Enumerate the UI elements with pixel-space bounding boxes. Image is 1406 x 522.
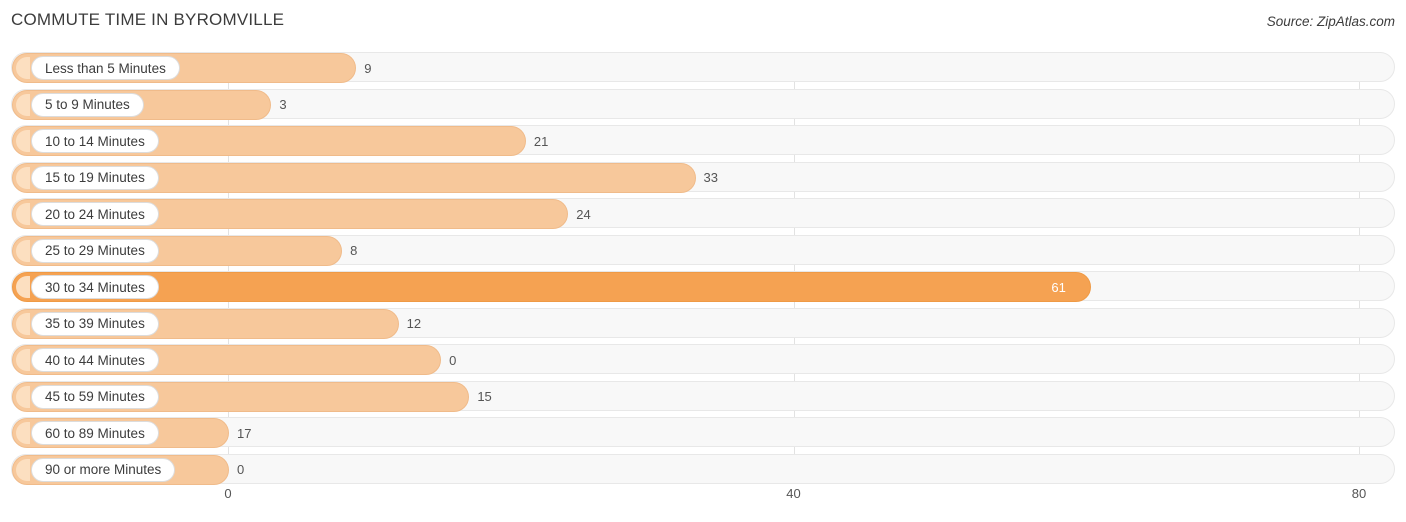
category-label: 10 to 14 Minutes: [31, 129, 159, 153]
chart-row: Less than 5 Minutes 9: [11, 52, 1395, 83]
chart-row: 60 to 89 Minutes 17: [11, 417, 1395, 448]
chart-row: 10 to 14 Minutes 21: [11, 125, 1395, 156]
plot-area: Less than 5 Minutes 9 5 to 9 Minutes 3 10 to…: [11, 52, 1395, 485]
chart-row: 40 to 44 Minutes 0: [11, 344, 1395, 375]
bar-value-label: 0: [237, 462, 245, 477]
x-axis: 0 40 80: [11, 486, 1395, 510]
bar-value-label: 21: [533, 133, 549, 149]
category-label: 35 to 39 Minutes: [31, 311, 159, 336]
category-label: 90 or more Minutes: [31, 457, 176, 482]
category-label: 20 to 24 Minutes: [31, 202, 159, 226]
chart-row: 45 to 59 Minutes 15: [11, 380, 1395, 412]
category-label: 45 to 59 Minutes: [31, 384, 159, 409]
chart-row: 5 to 9 Minutes 3: [11, 88, 1395, 120]
bar-start-cap: [16, 239, 30, 262]
bar-value-label: 17: [237, 425, 252, 441]
axis-tick-label: 40: [786, 486, 801, 501]
bar-start-cap: [16, 166, 30, 189]
bar-start-cap: [16, 93, 30, 116]
source-attribution: Source: ZipAtlas.com: [1266, 14, 1395, 29]
bar: [12, 272, 1092, 302]
category-label: 15 to 19 Minutes: [31, 165, 159, 190]
bar-value-label: 12: [406, 316, 422, 331]
bar-start-cap: [16, 385, 30, 408]
bar-value-label: 9: [364, 60, 372, 76]
category-label: 25 to 29 Minutes: [31, 238, 159, 263]
chart-row: 20 to 24 Minutes 24: [11, 198, 1395, 229]
bar-value-label: 33: [703, 170, 718, 185]
axis-tick-label: 0: [224, 486, 232, 501]
bar-value-label: 3: [279, 97, 287, 112]
bar-value-label: 0: [449, 352, 457, 368]
chart-row: 90 or more Minutes 0: [11, 453, 1395, 485]
category-label: 30 to 34 Minutes: [31, 275, 159, 299]
bar-start-cap: [16, 458, 30, 481]
page-title: COMMUTE TIME IN BYROMVILLE: [11, 10, 285, 29]
bar-value-label: 15: [477, 389, 492, 404]
chart-row: 30 to 34 Minutes 61: [11, 271, 1395, 302]
bar-value-label: 8: [350, 243, 358, 258]
bar-start-cap: [16, 312, 30, 335]
bar-value-label: 61: [1051, 279, 1066, 295]
category-label: Less than 5 Minutes: [31, 56, 180, 80]
chart-container: COMMUTE TIME IN BYROMVILLE Source: ZipAt…: [0, 0, 1406, 522]
bar-value-label: 24: [576, 206, 591, 222]
axis-tick-label: 80: [1351, 486, 1367, 501]
category-label: 5 to 9 Minutes: [31, 92, 144, 117]
category-label: 40 to 44 Minutes: [31, 348, 159, 372]
chart-row: 25 to 29 Minutes 8: [11, 234, 1395, 266]
chart-row: 15 to 19 Minutes 33: [11, 161, 1395, 193]
category-label: 60 to 89 Minutes: [31, 421, 159, 445]
chart-row: 35 to 39 Minutes 12: [11, 307, 1395, 339]
